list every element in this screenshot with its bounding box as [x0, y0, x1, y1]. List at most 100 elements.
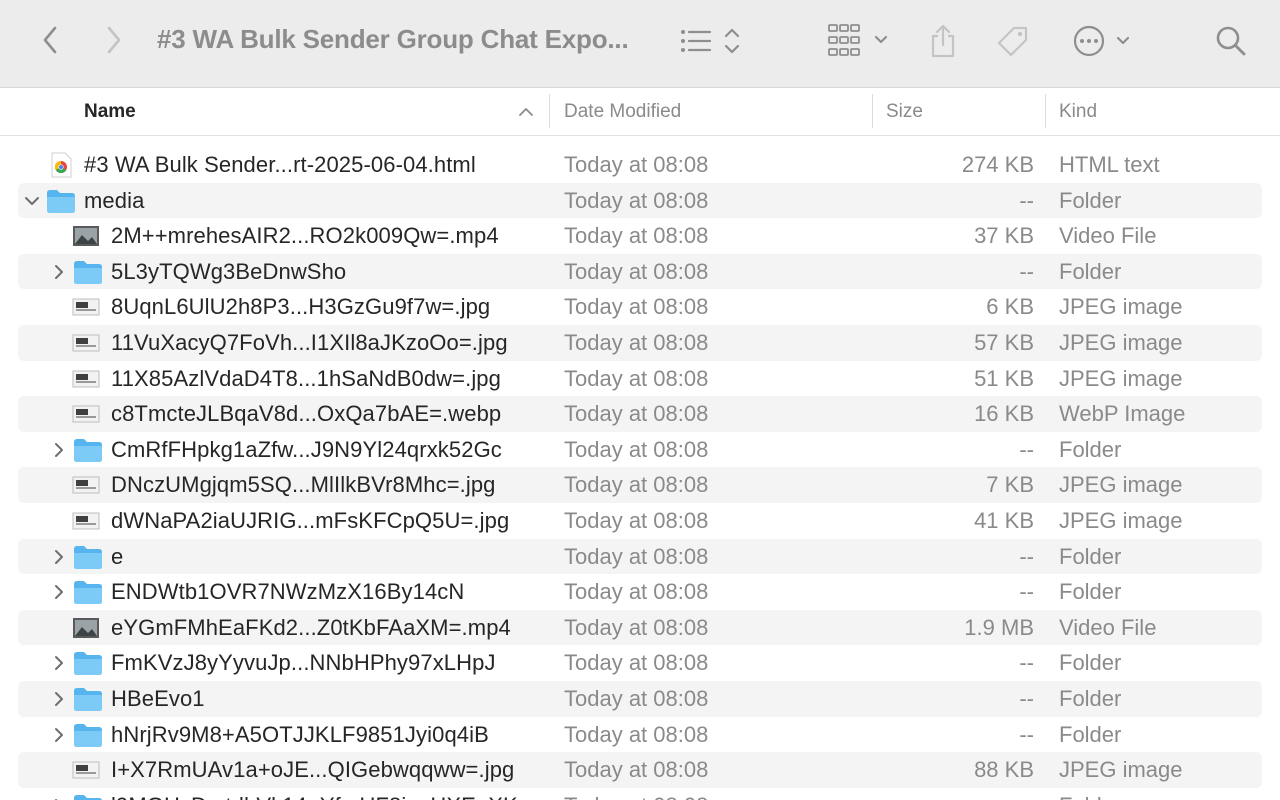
file-row[interactable]: 8UqnL6UlU2h8P3...H3GzGu9f7w=.jpg Today at… [18, 289, 1262, 325]
file-row[interactable]: 11X85AzlVdaD4T8...1hSaNdB0dw=.jpg Today a… [18, 361, 1262, 397]
file-size: 1.9 MB [964, 614, 1034, 640]
file-name: l9MGHyDmtdhVk14+Yf...UF8iv+HXEnXKg [111, 793, 530, 800]
column-header-size[interactable]: Size [886, 88, 923, 136]
file-name: e [111, 543, 124, 569]
date-modified: Today at 08:08 [564, 793, 708, 800]
tag-button[interactable] [994, 22, 1032, 60]
file-size: -- [1019, 721, 1034, 747]
sort-ascending-icon[interactable] [518, 105, 534, 119]
file-row[interactable]: hNrjRv9M8+A5OTJJKLF9851Jyi0q4iB Today at … [18, 717, 1262, 753]
file-size: 7 KB [986, 472, 1034, 498]
date-modified: Today at 08:08 [564, 365, 709, 391]
column-header-kind[interactable]: Kind [1059, 88, 1097, 136]
folder-icon [73, 686, 103, 717]
file-row[interactable]: #3 WA Bulk Sender...rt-2025-06-04.html To… [18, 147, 1262, 183]
file-name: DNczUMgjqm5SQ...MlIlkBVr8Mhc=.jpg [111, 472, 496, 498]
file-row[interactable]: CmRfFHpkg1aZfw...J9N9Yl24qrxk52Gc Today a… [18, 432, 1262, 468]
file-kind: WebP Image [1059, 401, 1186, 427]
file-row[interactable]: HBeEvo1 Today at 08:08 -- Folder [18, 681, 1262, 717]
disclosure-chevron-down-icon[interactable] [22, 191, 42, 211]
video-thumbnail-icon [72, 615, 100, 646]
file-name: 11X85AzlVdaD4T8...1hSaNdB0dw=.jpg [111, 365, 501, 391]
folder-icon [73, 437, 103, 468]
disclosure-chevron-right-icon[interactable] [49, 689, 69, 709]
file-size: 16 KB [974, 401, 1034, 427]
file-kind: Folder [1059, 436, 1122, 462]
folder-icon [73, 259, 103, 290]
file-size: 274 KB [961, 152, 1034, 177]
column-divider[interactable] [1045, 94, 1046, 128]
date-modified: Today at 08:08 [564, 472, 709, 498]
date-modified: Today at 08:08 [564, 508, 709, 533]
group-by-button[interactable] [826, 22, 894, 58]
file-kind: Folder [1059, 721, 1122, 747]
date-modified: Today at 08:08 [564, 686, 709, 711]
file-row[interactable]: I+X7RmUAv1a+oJE...QIGebwqqww=.jpg Today a… [18, 752, 1262, 788]
file-kind: Folder [1059, 187, 1122, 213]
chevron-right-icon [107, 26, 121, 54]
file-row[interactable]: media Today at 08:08 -- Folder [18, 182, 1262, 219]
file-size: -- [1019, 187, 1034, 213]
image-thumbnail-icon [72, 366, 100, 397]
disclosure-chevron-right-icon[interactable] [49, 725, 69, 745]
folder-icon [73, 650, 103, 681]
file-row[interactable]: 2M++mrehesAIR2...RO2k009Qw=.mp4 Today at … [18, 218, 1262, 254]
date-modified: Today at 08:08 [564, 223, 709, 249]
file-row[interactable]: c8TmcteJLBqaV8d...OxQa7bAE=.webp Today at… [18, 396, 1262, 432]
file-row[interactable]: DNczUMgjqm5SQ...MlIlkBVr8Mhc=.jpg Today a… [18, 467, 1262, 503]
file-kind: Folder [1059, 793, 1121, 800]
disclosure-chevron-right-icon[interactable] [49, 796, 69, 800]
finder-toolbar: #3 WA Bulk Sender Group Chat Expo... [0, 0, 1280, 88]
column-header-name[interactable]: Name [84, 88, 136, 136]
file-kind: Folder [1059, 650, 1122, 676]
list-view-button[interactable] [676, 24, 746, 58]
forward-button[interactable] [98, 22, 130, 58]
disclosure-chevron-right-icon[interactable] [49, 582, 69, 602]
column-header-bar: Name Date Modified Size Kind [0, 88, 1280, 136]
file-size: 51 KB [974, 365, 1034, 391]
back-button[interactable] [34, 22, 66, 58]
list-view-icon [681, 28, 740, 54]
file-name: hNrjRv9M8+A5OTJJKLF9851Jyi0q4iB [111, 721, 489, 747]
file-kind: JPEG image [1059, 330, 1183, 355]
date-modified: Today at 08:08 [564, 579, 709, 605]
file-name: 11VuXacyQ7FoVh...I1XIl8aJKzoOo=.jpg [111, 330, 508, 355]
file-row[interactable]: dWNaPA2iaUJRIG...mFsKFCpQ5U=.jpg Today at… [18, 503, 1262, 539]
disclosure-chevron-right-icon[interactable] [49, 262, 69, 282]
file-row[interactable]: FmKVzJ8yYyvuJp...NNbHPhy97xLHpJ Today at … [18, 645, 1262, 681]
file-size: -- [1019, 686, 1034, 711]
date-modified: Today at 08:08 [564, 258, 709, 284]
file-row[interactable]: eYGmFMhEaFKd2...Z0tKbFAaXM=.mp4 Today at … [18, 609, 1262, 646]
window-title: #3 WA Bulk Sender Group Chat Expo... [157, 24, 629, 54]
share-button[interactable] [926, 22, 960, 60]
file-kind: JPEG image [1059, 294, 1183, 320]
file-name: #3 WA Bulk Sender...rt-2025-06-04.html [84, 152, 476, 177]
column-divider[interactable] [872, 94, 873, 128]
file-kind: Folder [1059, 579, 1122, 605]
file-kind: Folder [1059, 258, 1122, 284]
file-row[interactable]: ENDWtb1OVR7NWzMzX16By14cN Today at 08:08 -… [18, 574, 1262, 610]
action-menu-button[interactable] [1070, 22, 1136, 60]
file-name: 2M++mrehesAIR2...RO2k009Qw=.mp4 [111, 223, 499, 249]
disclosure-chevron-right-icon[interactable] [49, 440, 69, 460]
date-modified: Today at 08:08 [564, 436, 709, 462]
column-divider[interactable] [549, 94, 550, 128]
file-kind: HTML text [1059, 152, 1160, 177]
search-button[interactable] [1212, 22, 1250, 60]
date-modified: Today at 08:08 [564, 543, 709, 569]
column-header-date-modified[interactable]: Date Modified [564, 88, 681, 136]
file-name: eYGmFMhEaFKd2...Z0tKbFAaXM=.mp4 [111, 614, 511, 640]
file-name: I+X7RmUAv1a+oJE...QIGebwqqww=.jpg [111, 757, 515, 783]
file-kind: JPEG image [1059, 365, 1183, 391]
file-row[interactable]: e Today at 08:08 -- Folder [18, 538, 1262, 575]
disclosure-chevron-right-icon[interactable] [49, 653, 69, 673]
disclosure-chevron-right-icon[interactable] [49, 547, 69, 567]
folder-icon [73, 793, 103, 800]
file-size: -- [1019, 579, 1034, 605]
file-row[interactable]: 5L3yTQWg3BeDnwSho Today at 08:08 -- Folder [18, 253, 1262, 290]
file-name: ENDWtb1OVR7NWzMzX16By14cN [111, 579, 465, 605]
file-row[interactable]: 11VuXacyQ7FoVh...I1XIl8aJKzoOo=.jpg Today… [18, 325, 1262, 361]
file-row[interactable]: l9MGHyDmtdhVk14+Yf...UF8iv+HXEnXKg Today … [18, 788, 1262, 800]
image-thumbnail-icon [72, 294, 100, 325]
file-name: CmRfFHpkg1aZfw...J9N9Yl24qrxk52Gc [111, 436, 502, 462]
